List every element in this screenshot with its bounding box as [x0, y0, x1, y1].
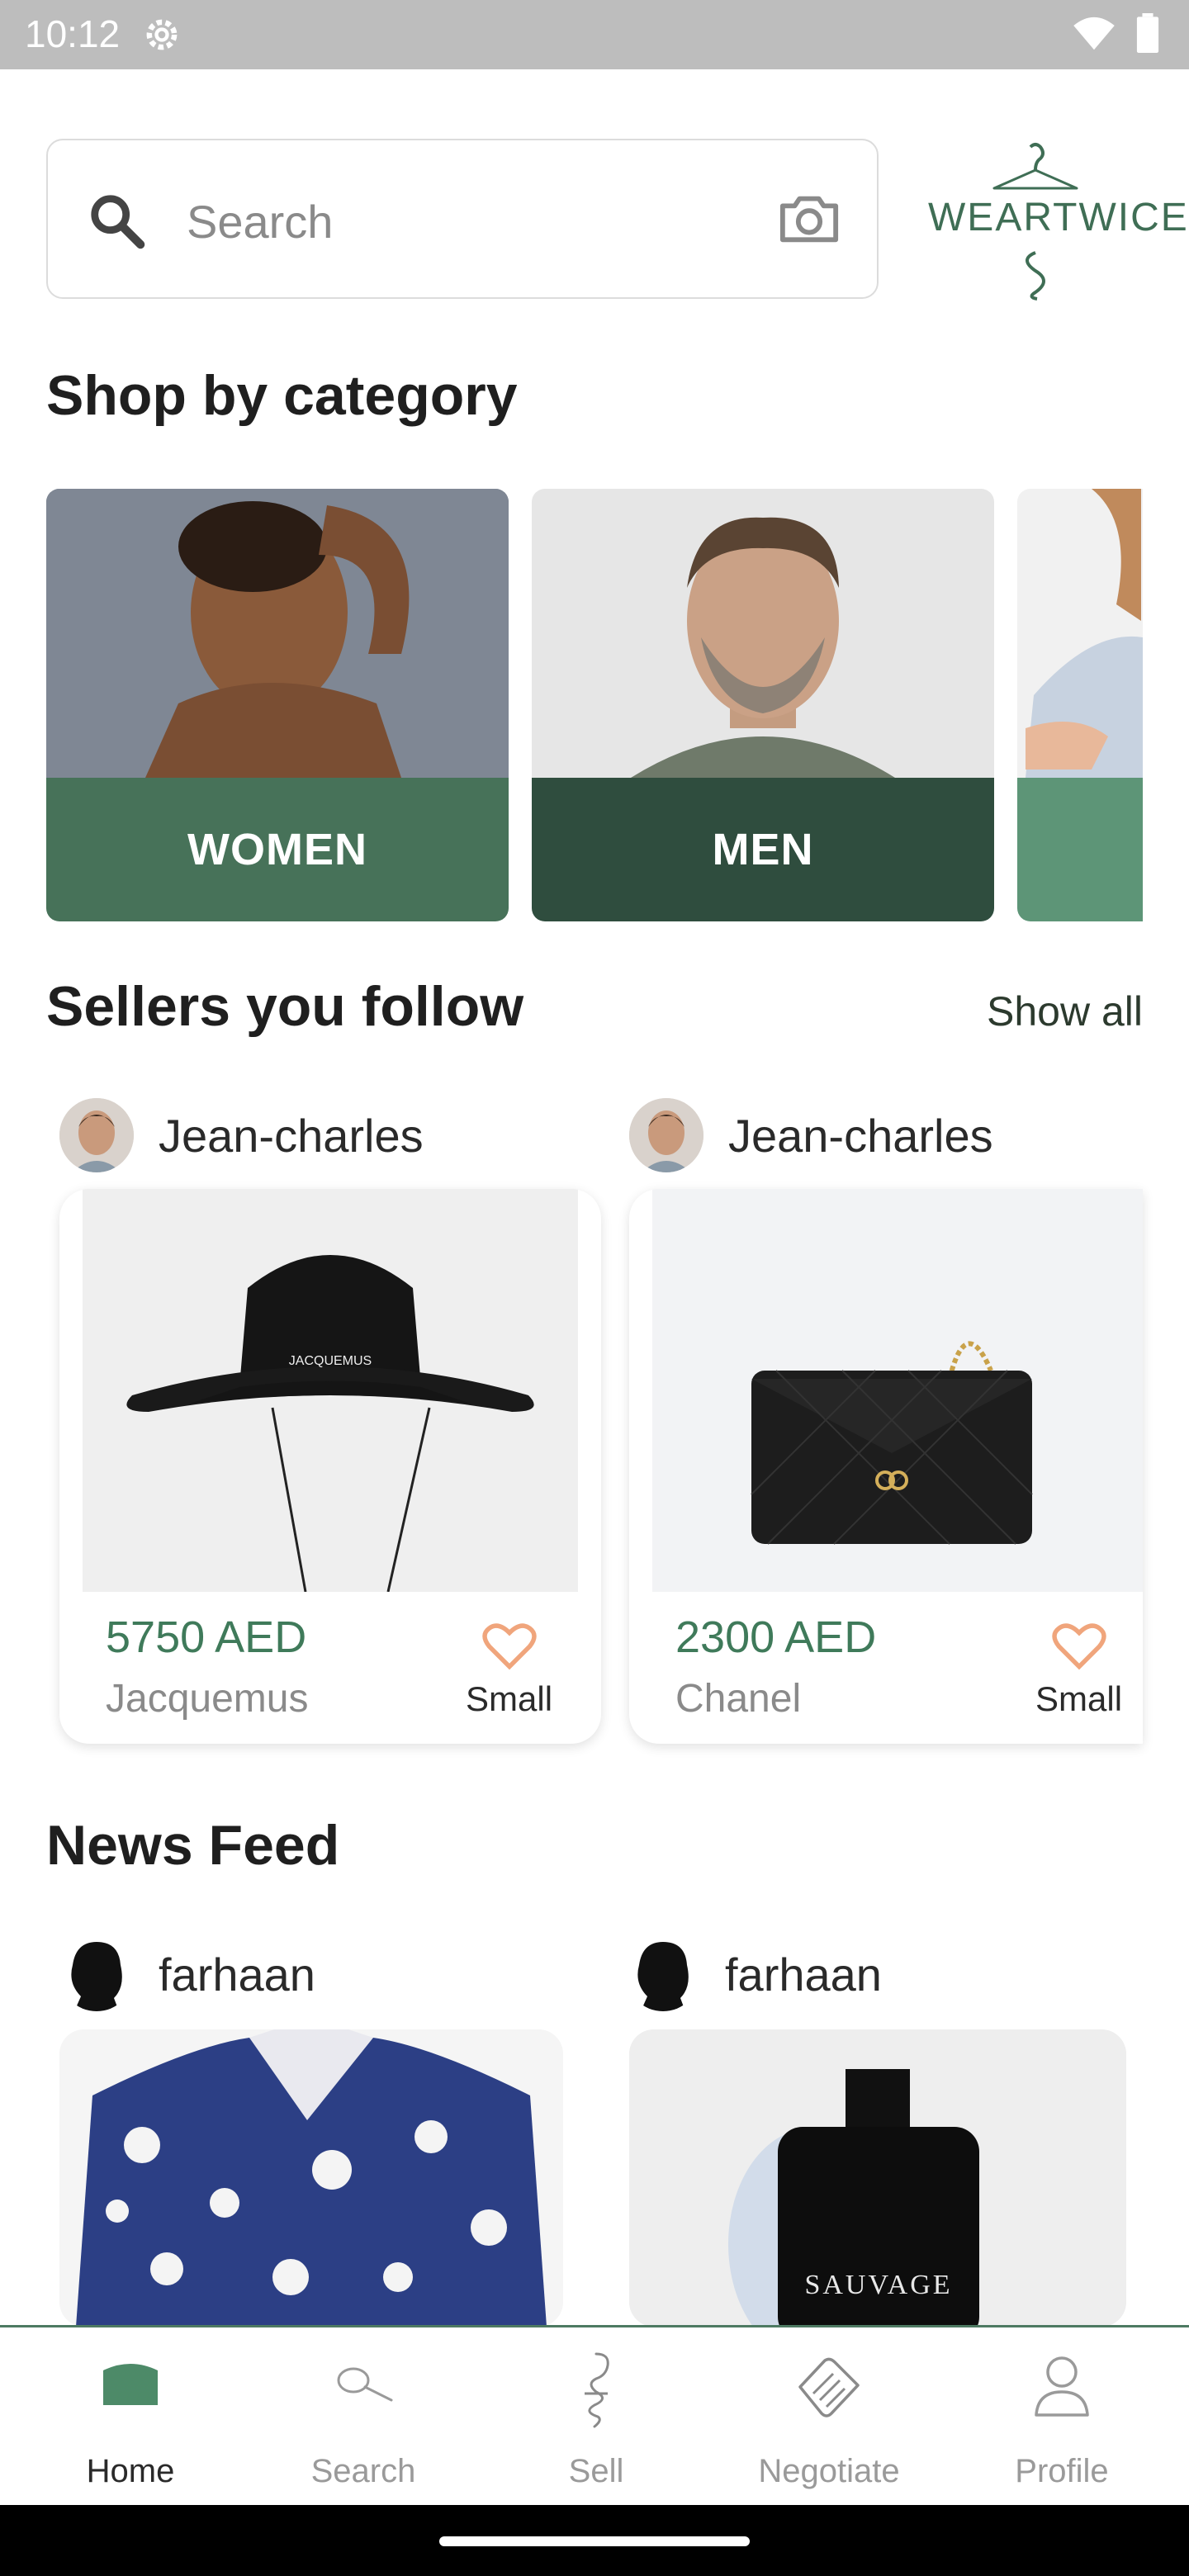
battery-icon [1136, 13, 1159, 57]
women-category-photo [46, 489, 509, 778]
sellers-section-title: Sellers you follow [46, 975, 524, 1038]
seller-header[interactable]: Jean-charles [629, 1098, 993, 1172]
settings-gear-icon [140, 13, 183, 60]
home-gesture-handle[interactable] [439, 2536, 750, 2546]
perfume-label: SAUVAGE [804, 2270, 952, 2300]
product-card[interactable]: 2300 AED Chanel Small [629, 1189, 1143, 1744]
product-size: Small [1035, 1679, 1123, 1718]
category-label-bar [1017, 778, 1143, 921]
nav-sell-label: Sell [568, 2453, 624, 2489]
nav-home-label: Home [86, 2453, 175, 2489]
show-all-link[interactable]: Show all [987, 987, 1143, 1035]
search-icon [330, 2361, 396, 2414]
men-category-photo [532, 489, 994, 778]
category-label-women: WOMEN [187, 825, 367, 874]
category-label-bar: MEN [532, 778, 994, 921]
product-brand: Chanel [675, 1677, 802, 1721]
nav-search-label: Search [310, 2453, 416, 2489]
category-card-men[interactable]: MEN [532, 489, 994, 921]
category-section-title: Shop by category [46, 364, 518, 427]
seller-name: Jean-charles [159, 1109, 424, 1162]
status-bar: 10:12 [0, 0, 1189, 69]
camera-icon[interactable] [778, 190, 841, 250]
user-avatar [59, 1937, 134, 2011]
nav-profile-label: Profile [1015, 2453, 1109, 2489]
category-label-bar: WOMEN [46, 778, 509, 921]
seller-avatar [629, 1098, 703, 1172]
kids-category-photo [1017, 489, 1143, 778]
user-avatar [626, 1937, 700, 2011]
feed-post-image-shirt[interactable] [59, 2029, 563, 2327]
seller-header[interactable]: Jean-charles [59, 1098, 424, 1172]
seller-name: Jean-charles [728, 1109, 993, 1162]
hanger-icon [571, 2351, 621, 2434]
bottom-navigation: Home Search Sell Negotiate Profile [0, 2325, 1189, 2507]
search-icon [88, 192, 145, 253]
nav-profile[interactable]: Profile [943, 2327, 1181, 2507]
news-feed-title: News Feed [46, 1814, 340, 1877]
home-icon [103, 2361, 158, 2409]
product-card[interactable]: JACQUEMUS 5750 AED Jacquemus Small [59, 1189, 601, 1744]
category-label-men: MEN [712, 825, 814, 874]
feed-post-image-perfume[interactable]: SAUVAGE [629, 2029, 1126, 2327]
nav-search[interactable]: Search [244, 2327, 482, 2507]
nav-sell[interactable]: Sell [477, 2327, 715, 2507]
nav-home[interactable]: Home [12, 2327, 249, 2507]
system-gesture-bar [0, 2505, 1189, 2576]
feed-user-header[interactable]: farhaan [626, 1937, 882, 2011]
seller-avatar [59, 1098, 134, 1172]
product-price: 2300 AED [675, 1612, 877, 1662]
brand-name: WEARTWICE [928, 196, 1189, 239]
logo-swirl-icon [1026, 251, 1045, 301]
heart-icon[interactable] [482, 1622, 537, 1675]
heart-icon[interactable] [1052, 1622, 1106, 1675]
profile-icon [1033, 2354, 1091, 2421]
product-brand: Jacquemus [106, 1677, 309, 1721]
category-card-women[interactable]: WOMEN [46, 489, 509, 921]
feed-user-header[interactable]: farhaan [59, 1937, 315, 2011]
feed-user-name: farhaan [159, 1948, 315, 2001]
nav-negotiate[interactable]: Negotiate [710, 2327, 948, 2507]
wifi-icon [1072, 14, 1116, 56]
search-bar[interactable] [46, 139, 879, 299]
product-image-handbag [652, 1189, 1143, 1592]
hanger-logo-icon [992, 143, 1078, 190]
product-size: Small [466, 1679, 553, 1718]
status-time: 10:12 [25, 12, 121, 55]
search-input[interactable] [185, 175, 766, 268]
product-price: 5750 AED [106, 1612, 307, 1662]
feed-user-name: farhaan [725, 1948, 882, 2001]
hat-brand-text: JACQUEMUS [289, 1354, 372, 1368]
category-card-kids[interactable] [1017, 489, 1143, 921]
brand-logo: WEARTWICE [928, 137, 1189, 302]
product-image-bucket-hat: JACQUEMUS [83, 1189, 578, 1592]
handshake-icon [792, 2352, 866, 2426]
nav-negotiate-label: Negotiate [758, 2453, 900, 2489]
